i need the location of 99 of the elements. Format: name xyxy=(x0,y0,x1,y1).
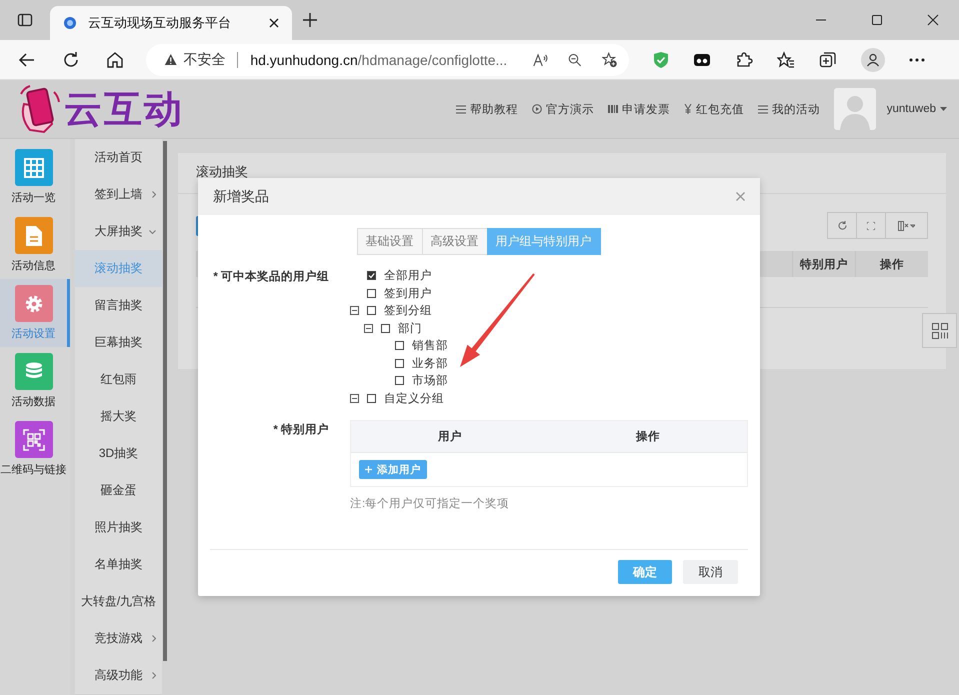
column-header: 用户 xyxy=(437,429,463,445)
collapse-toggle-icon[interactable] xyxy=(350,394,359,403)
add-favorite-icon[interactable] xyxy=(602,50,617,68)
security-label: 不安全 xyxy=(183,50,226,68)
tree-item-label[interactable]: 销售部 xyxy=(412,338,448,354)
nav-link[interactable]: 帮助教程 xyxy=(456,102,518,116)
home-icon[interactable] xyxy=(106,50,124,68)
grid-icon xyxy=(24,158,44,178)
yen-icon xyxy=(684,104,692,114)
document-icon xyxy=(26,226,42,246)
phone-hand-icon xyxy=(18,84,62,134)
dialog-tab[interactable]: 基础设置 xyxy=(356,228,422,255)
sidebar-item[interactable]: 活动数据 xyxy=(0,347,70,415)
dialog-tab[interactable]: 高级设置 xyxy=(422,228,488,255)
columns-button[interactable] xyxy=(885,212,928,239)
fullscreen-icon xyxy=(867,222,875,230)
sidebar-item[interactable]: 活动信息 xyxy=(0,211,70,279)
close-icon[interactable] xyxy=(927,14,939,26)
sidebar-item[interactable]: 活动一览 xyxy=(0,143,70,211)
nav-link[interactable]: 申请发票 xyxy=(608,102,670,116)
tree-item-label[interactable]: 签到用户 xyxy=(384,286,432,301)
submenu-item[interactable]: 大转盘/九宫格 xyxy=(75,583,162,620)
warning-icon xyxy=(164,52,178,67)
user-menu[interactable]: yuntuweb xyxy=(886,103,947,115)
logo-text: 云互动 xyxy=(64,88,184,132)
collapse-toggle-icon[interactable] xyxy=(364,324,373,333)
tree-item-label[interactable]: 业务部 xyxy=(412,356,448,371)
layout-button[interactable] xyxy=(922,313,957,348)
checkbox[interactable] xyxy=(367,288,376,298)
qr-code-icon xyxy=(22,428,44,450)
submenu-item[interactable]: 3D抽奖 xyxy=(75,435,162,472)
more-icon[interactable] xyxy=(909,58,925,62)
submenu-item[interactable]: 摇大奖 xyxy=(75,398,162,435)
caret-icon xyxy=(940,107,947,111)
play-icon xyxy=(532,104,542,114)
tree-item-label[interactable]: 签到分组 xyxy=(384,303,432,318)
sidebar-item[interactable]: 二维码与链接 xyxy=(0,415,70,483)
read-aloud-icon[interactable] xyxy=(533,52,548,68)
address-field[interactable]: 不安全 hd.yunhudong.cn/hdmanage/configlotte... xyxy=(146,44,629,76)
submenu-item[interactable]: 巨幕抽奖 xyxy=(75,324,162,361)
extension-icon[interactable] xyxy=(693,52,711,68)
collapse-toggle-icon[interactable] xyxy=(350,306,359,316)
back-icon[interactable] xyxy=(18,50,36,68)
checkbox[interactable] xyxy=(381,324,390,333)
checkbox[interactable] xyxy=(367,394,376,403)
browser-tab[interactable]: 云互动现场互动服务平台 xyxy=(50,6,292,40)
profile-icon[interactable] xyxy=(861,48,885,72)
column-header: 操作 xyxy=(634,430,661,445)
columns-icon xyxy=(898,220,915,230)
column-header: 特别用户 xyxy=(792,251,855,277)
checkbox[interactable] xyxy=(367,271,376,280)
list-icon xyxy=(758,104,768,114)
submenu-item[interactable]: 红包雨 xyxy=(75,361,162,398)
refresh-button[interactable] xyxy=(827,212,857,239)
column-header: 操作 xyxy=(855,251,928,277)
collections-icon[interactable] xyxy=(819,50,837,68)
checkbox[interactable] xyxy=(395,376,404,386)
checkbox[interactable] xyxy=(395,358,404,368)
submenu-item[interactable]: 留言抽奖 xyxy=(75,287,162,324)
plus-icon xyxy=(365,466,372,473)
maximize-icon[interactable] xyxy=(871,14,883,26)
submenu-item[interactable]: 活动首页 xyxy=(75,139,162,176)
close-icon[interactable] xyxy=(268,17,280,29)
zoom-out-icon[interactable] xyxy=(568,52,582,68)
submenu-item[interactable]: 照片抽奖 xyxy=(75,509,162,546)
site-icon xyxy=(62,15,78,31)
list-icon xyxy=(456,104,466,114)
checkbox[interactable] xyxy=(367,306,376,316)
form-label: * 可中本奖品的用户组 xyxy=(212,269,329,285)
gear-icon xyxy=(24,294,44,314)
url-text: hd.yunhudong.cn/hdmanage/configlotte... xyxy=(250,52,508,68)
tab-actions-icon[interactable] xyxy=(17,12,33,28)
tree-item-label[interactable]: 市场部 xyxy=(412,373,448,388)
favorites-icon[interactable] xyxy=(777,50,795,68)
submenu-item[interactable]: 名单抽奖 xyxy=(75,546,162,583)
puzzle-icon[interactable] xyxy=(735,50,753,68)
submenu-item[interactable]: 签到上墙 xyxy=(75,176,162,213)
refresh-icon xyxy=(838,221,846,230)
shield-icon[interactable] xyxy=(653,50,669,68)
nav-link[interactable]: 我的活动 xyxy=(758,102,820,116)
refresh-icon[interactable] xyxy=(62,50,80,68)
tree-item-label[interactable]: 全部用户 xyxy=(384,268,432,284)
submenu-item[interactable]: 砸金蛋 xyxy=(75,472,162,509)
form-label: * 特别用户 xyxy=(272,422,329,438)
cancel-button[interactable]: 取消 xyxy=(683,560,738,584)
submenu-item[interactable]: 高级功能 xyxy=(75,657,162,694)
checkbox[interactable] xyxy=(395,341,404,350)
note-text: 注:每个用户仅可指定一个奖项 xyxy=(350,496,510,511)
nav-link[interactable]: 红包充值 xyxy=(684,102,744,116)
submenu-item[interactable]: 竞技游戏 xyxy=(75,620,162,657)
tree-item-label[interactable]: 部门 xyxy=(398,320,422,336)
scrollbar[interactable] xyxy=(163,141,167,661)
new-tab-icon[interactable] xyxy=(302,12,318,28)
grid-icon xyxy=(932,322,948,338)
barcode-icon xyxy=(608,105,618,113)
nav-link[interactable]: 官方演示 xyxy=(532,102,594,116)
tree-item-label[interactable]: 自定义分组 xyxy=(384,390,444,406)
submenu-item[interactable]: 大屏抽奖 xyxy=(75,213,162,250)
tab-title: 云互动现场互动服务平台 xyxy=(88,14,232,32)
